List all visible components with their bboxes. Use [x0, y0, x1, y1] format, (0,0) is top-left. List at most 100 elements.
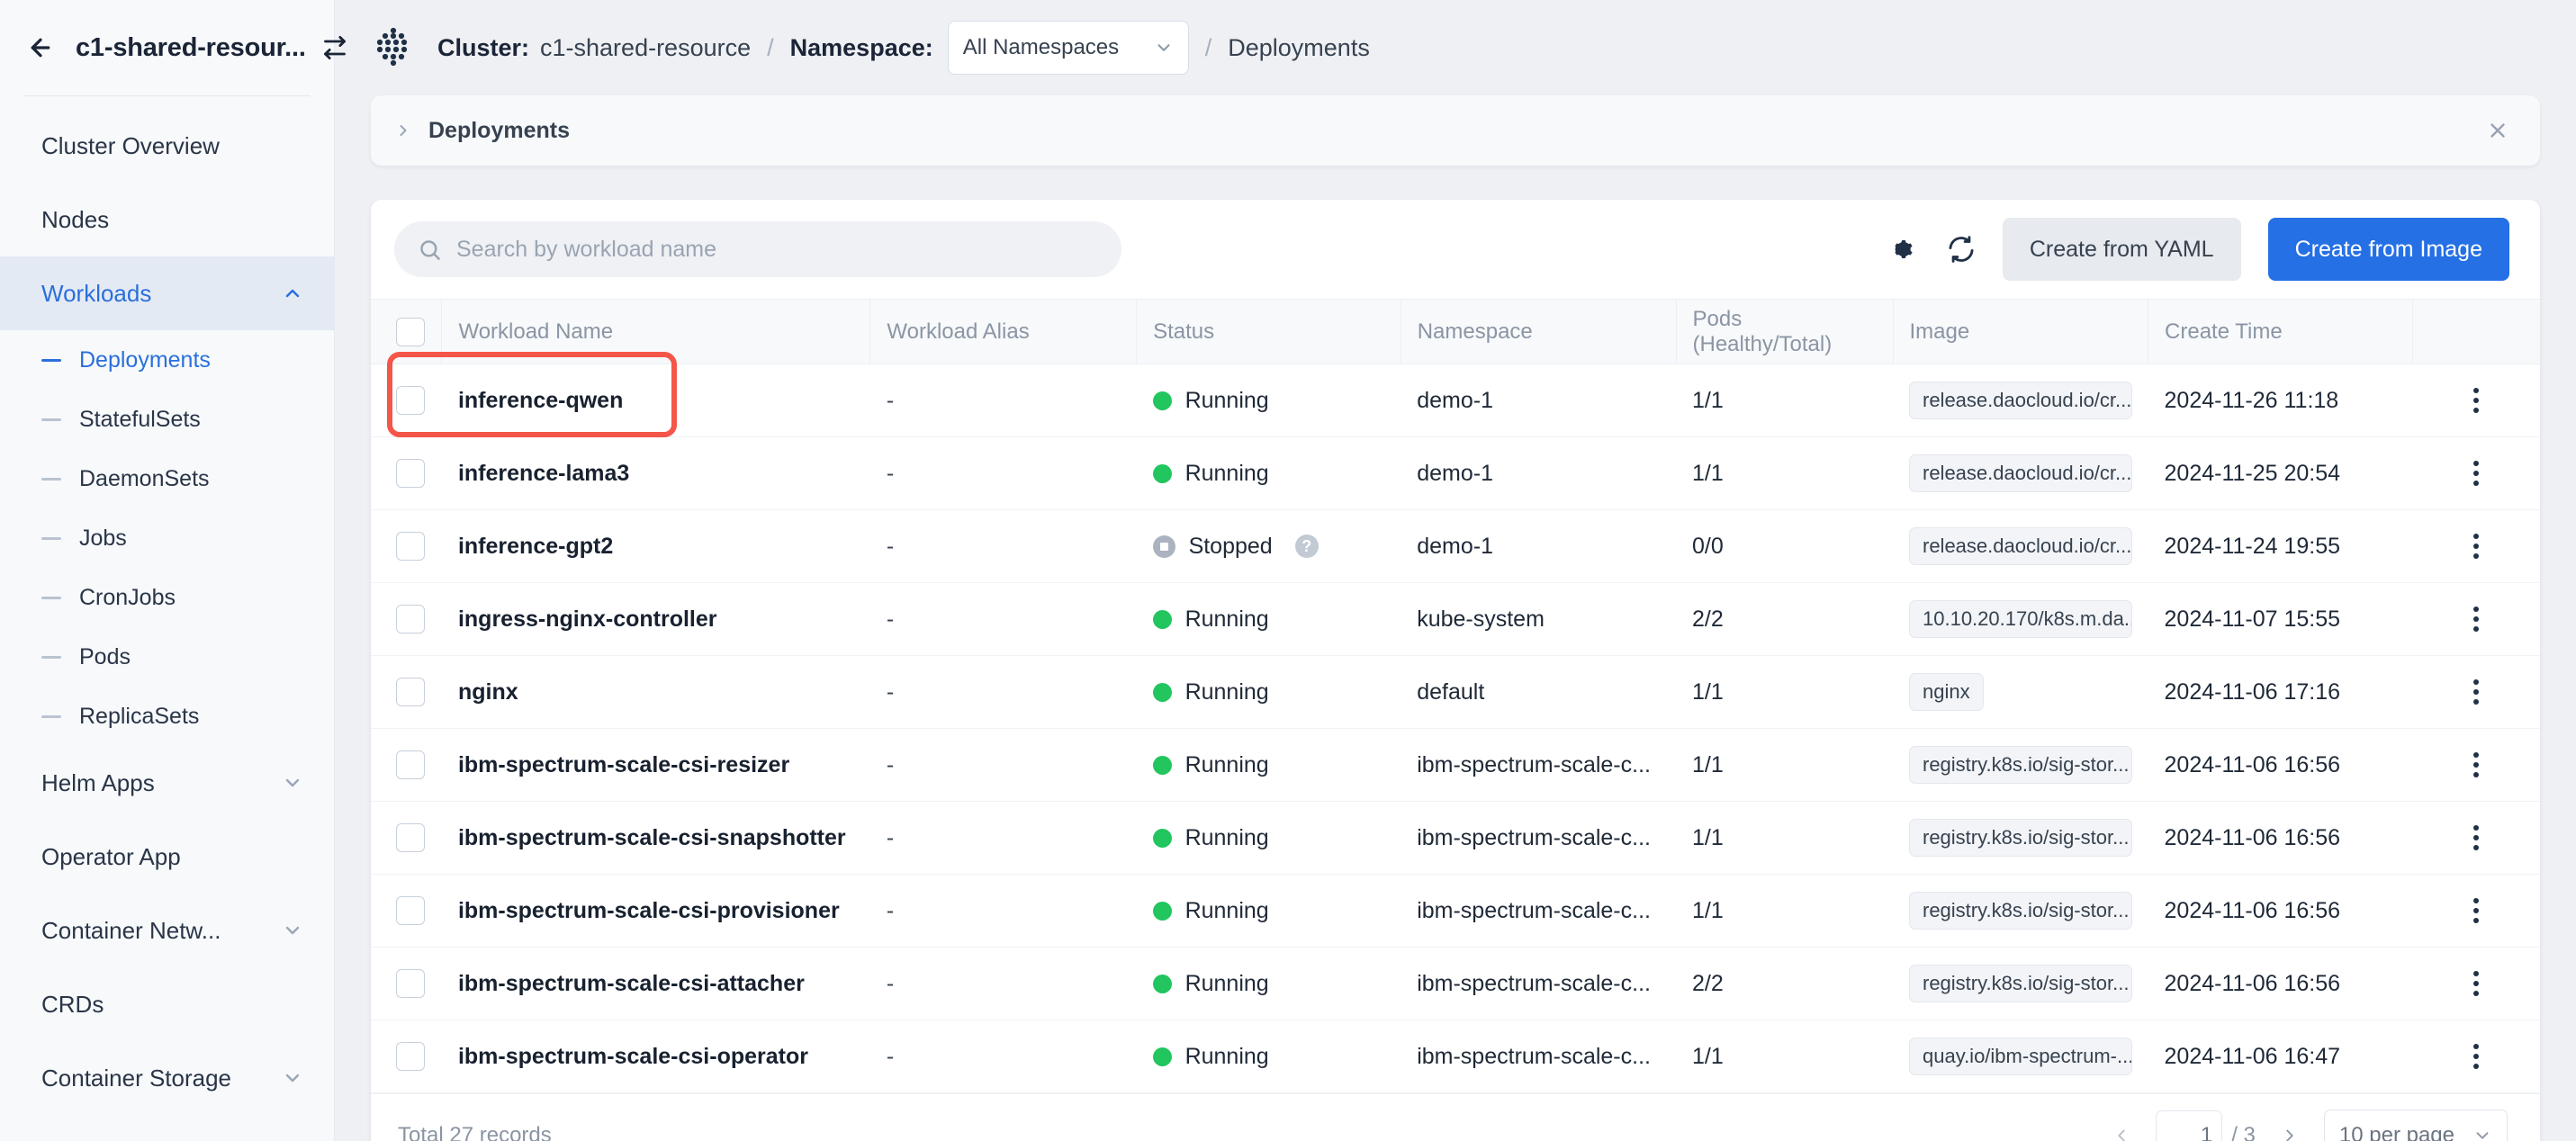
workload-name-link[interactable]: ibm-spectrum-scale-csi-snapshotter — [458, 825, 854, 851]
row-more-actions-button[interactable] — [2456, 454, 2496, 493]
switch-cluster-icon[interactable] — [322, 35, 347, 60]
row-checkbox[interactable] — [396, 1042, 425, 1071]
table-row[interactable]: nginx - Running default 1/1 nginx 2024-11-06 1… — [371, 655, 2540, 729]
row-more-actions-button[interactable] — [2456, 672, 2496, 712]
chevron-right-icon[interactable] — [2272, 1118, 2308, 1141]
sidebar-item-helm-apps[interactable]: Helm Apps — [0, 746, 334, 820]
row-more-actions-button[interactable] — [2456, 745, 2496, 785]
table-row[interactable]: ibm-spectrum-scale-csi-attacher - Running i… — [371, 947, 2540, 1020]
workload-name-link[interactable]: inference-lama3 — [458, 461, 854, 487]
sidebar-item-statefulsets[interactable]: StatefulSets — [0, 390, 334, 449]
row-more-actions-button[interactable] — [2456, 381, 2496, 420]
workload-name-link[interactable]: ingress-nginx-controller — [458, 606, 854, 633]
namespace-select[interactable]: All Namespaces — [947, 21, 1189, 75]
sidebar-item-jobs[interactable]: Jobs — [0, 508, 334, 568]
row-checkbox[interactable] — [396, 605, 425, 633]
row-checkbox[interactable] — [396, 386, 425, 415]
cluster-value[interactable]: c1-shared-resource — [540, 34, 751, 62]
sidebar-item-deployments[interactable]: Deployments — [0, 330, 334, 390]
image-tag[interactable]: registry.k8s.io/sig-stor... — [1909, 892, 2132, 930]
column-namespace[interactable]: Namespace — [1401, 299, 1677, 364]
cell-workload-name[interactable]: ibm-spectrum-scale-csi-provisioner — [441, 874, 870, 948]
chevron-right-icon[interactable] — [394, 121, 412, 139]
gear-icon[interactable] — [1880, 229, 1920, 269]
sidebar-item-container-storage[interactable]: Container Storage — [0, 1041, 334, 1115]
table-row[interactable]: ibm-spectrum-scale-csi-resizer - Running ib… — [371, 728, 2540, 802]
row-checkbox[interactable] — [396, 823, 425, 852]
column-pods[interactable]: Pods (Healthy/Total) — [1676, 299, 1894, 364]
cell-workload-name[interactable]: ibm-spectrum-scale-csi-attacher — [441, 947, 870, 1020]
image-tag[interactable]: 10.10.20.170/k8s.m.da... — [1909, 600, 2132, 638]
chevron-left-icon[interactable] — [2103, 1118, 2139, 1141]
table-row[interactable]: ibm-spectrum-scale-csi-snapshotter - Runni… — [371, 801, 2540, 875]
column-workload-name[interactable]: Workload Name — [441, 299, 871, 364]
row-more-actions-button[interactable] — [2456, 818, 2496, 858]
row-checkbox[interactable] — [396, 459, 425, 488]
sidebar-item-pods[interactable]: Pods — [0, 627, 334, 687]
workload-name-link[interactable]: ibm-spectrum-scale-csi-attacher — [458, 971, 854, 997]
image-tag[interactable]: release.daocloud.io/cr.... — [1909, 527, 2132, 565]
row-more-actions-button[interactable] — [2456, 1037, 2496, 1076]
column-workload-alias[interactable]: Workload Alias — [869, 299, 1138, 364]
refresh-icon[interactable] — [1941, 229, 1981, 269]
cell-workload-name[interactable]: inference-gpt2 — [441, 509, 870, 583]
cell-workload-name[interactable]: nginx — [441, 655, 870, 729]
cell-workload-name[interactable]: ibm-spectrum-scale-csi-snapshotter — [441, 801, 870, 875]
select-all-checkbox[interactable] — [396, 317, 425, 346]
search-box[interactable] — [394, 221, 1121, 277]
sidebar-item-cluster-overview[interactable]: Cluster Overview — [0, 109, 334, 183]
cell-workload-name[interactable]: inference-qwen — [441, 364, 870, 437]
page-size-select[interactable]: 10 per page — [2323, 1109, 2508, 1141]
create-from-image-button[interactable]: Create from Image — [2267, 218, 2509, 281]
column-create-time[interactable]: Create Time — [2148, 299, 2413, 364]
sidebar-item-nodes[interactable]: Nodes — [0, 183, 334, 256]
column-status[interactable]: Status — [1136, 299, 1401, 364]
cell-workload-name[interactable]: inference-lama3 — [441, 436, 870, 510]
workload-name-link[interactable]: ibm-spectrum-scale-csi-provisioner — [458, 898, 854, 924]
table-row[interactable]: ingress-nginx-controller - Running kube-sys… — [371, 582, 2540, 656]
image-tag[interactable]: registry.k8s.io/sig-stor... — [1909, 965, 2132, 1002]
image-tag[interactable]: release.daocloud.io/cr.... — [1909, 382, 2132, 419]
sidebar-item-replicasets[interactable]: ReplicaSets — [0, 687, 334, 746]
table-row[interactable]: inference-gpt2 - Stopped? demo-1 0/0 release.… — [371, 509, 2540, 583]
image-tag[interactable]: registry.k8s.io/sig-stor... — [1909, 746, 2132, 784]
help-icon[interactable]: ? — [1294, 535, 1319, 558]
arrow-left-icon[interactable] — [22, 29, 59, 67]
cell-workload-name[interactable]: ibm-spectrum-scale-csi-operator — [441, 1020, 870, 1093]
workload-name-link[interactable]: nginx — [458, 679, 854, 705]
image-tag[interactable]: registry.k8s.io/sig-stor... — [1909, 819, 2132, 857]
cell-workload-name[interactable]: ingress-nginx-controller — [441, 582, 870, 656]
close-icon[interactable] — [2486, 119, 2509, 142]
sidebar-item-crds[interactable]: CRDs — [0, 967, 334, 1041]
row-checkbox[interactable] — [396, 678, 425, 706]
image-tag[interactable]: release.daocloud.io/cr.... — [1909, 454, 2132, 492]
create-from-yaml-button[interactable]: Create from YAML — [2002, 218, 2241, 281]
workload-name-link[interactable]: inference-gpt2 — [458, 534, 854, 560]
sidebar-item-cronjobs[interactable]: CronJobs — [0, 568, 334, 627]
sidebar-item-container-network[interactable]: Container Netw... — [0, 894, 334, 967]
image-tag[interactable]: nginx — [1909, 673, 1984, 711]
row-checkbox[interactable] — [396, 969, 425, 998]
table-row[interactable]: inference-qwen - Running demo-1 1/1 release.d… — [371, 364, 2540, 437]
row-checkbox[interactable] — [396, 532, 425, 561]
column-image[interactable]: Image — [1893, 299, 2149, 364]
table-row[interactable]: ibm-spectrum-scale-csi-provisioner - Runni… — [371, 874, 2540, 948]
row-more-actions-button[interactable] — [2456, 964, 2496, 1003]
workload-name-link[interactable]: ibm-spectrum-scale-csi-resizer — [458, 752, 854, 778]
page-number-input[interactable]: 1 — [2156, 1110, 2223, 1141]
row-checkbox[interactable] — [396, 896, 425, 925]
row-more-actions-button[interactable] — [2456, 891, 2496, 930]
workload-name-link[interactable]: ibm-spectrum-scale-csi-operator — [458, 1044, 854, 1070]
image-tag[interactable]: quay.io/ibm-spectrum-... — [1909, 1038, 2132, 1075]
row-checkbox[interactable] — [396, 750, 425, 779]
sidebar-item-operator-app[interactable]: Operator App — [0, 820, 334, 894]
sidebar-item-workloads[interactable]: Workloads — [0, 256, 334, 330]
table-row[interactable]: inference-lama3 - Running demo-1 1/1 release.… — [371, 436, 2540, 510]
workload-name-link[interactable]: inference-qwen — [458, 388, 854, 414]
sidebar-item-daemonsets[interactable]: DaemonSets — [0, 449, 334, 508]
table-row[interactable]: ibm-spectrum-scale-csi-operator - Running i… — [371, 1020, 2540, 1093]
row-more-actions-button[interactable] — [2456, 526, 2496, 566]
search-input[interactable] — [456, 236, 1098, 263]
cell-workload-name[interactable]: ibm-spectrum-scale-csi-resizer — [441, 728, 870, 802]
row-more-actions-button[interactable] — [2456, 599, 2496, 639]
